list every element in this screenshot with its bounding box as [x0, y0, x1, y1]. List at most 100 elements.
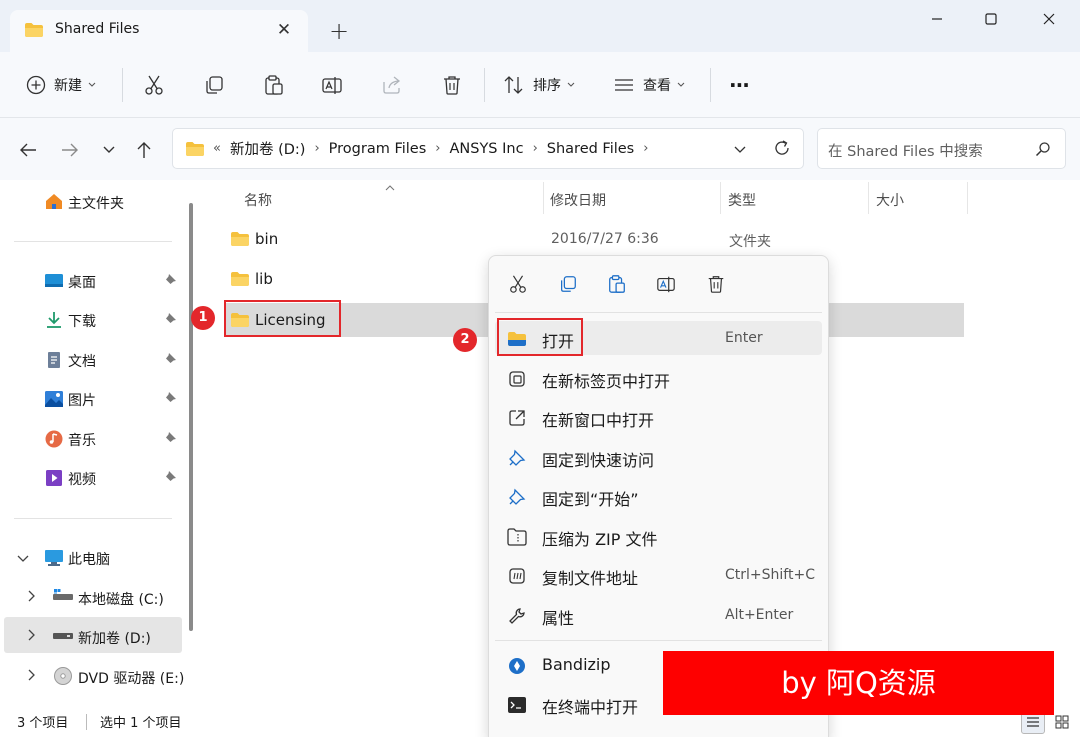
chevron-down-icon: [734, 146, 746, 153]
close-tab-icon[interactable]: ✕: [272, 18, 296, 42]
pin-icon[interactable]: [165, 312, 177, 328]
column-divider[interactable]: [967, 182, 968, 214]
sidebar-item-home[interactable]: 主文件夹: [0, 183, 185, 219]
status-divider: [86, 714, 87, 730]
rename-button[interactable]: [654, 272, 678, 296]
copy-button[interactable]: [556, 272, 580, 296]
column-header-size[interactable]: 大小: [876, 190, 904, 210]
sidebar-scrollbar[interactable]: [189, 203, 193, 631]
pin-icon[interactable]: [165, 431, 177, 447]
close-window-button[interactable]: [1020, 0, 1078, 38]
chevron-right-icon[interactable]: [28, 590, 36, 606]
pin-start-icon: [507, 487, 527, 507]
menu-item-pin-start[interactable]: 固定到“开始”: [495, 479, 822, 513]
menu-item-compress-zip[interactable]: 压缩为 ZIP 文件: [495, 519, 822, 553]
paste-button[interactable]: [605, 272, 629, 296]
more-options-button[interactable]: ···: [729, 69, 750, 101]
breadcrumb-item[interactable]: 新加卷 (D:): [230, 138, 305, 159]
sort-button[interactable]: 排序: [503, 69, 575, 101]
view-button[interactable]: 查看: [613, 69, 685, 101]
chevron-down-icon[interactable]: [17, 551, 29, 567]
cut-button[interactable]: [143, 69, 165, 101]
delete-button[interactable]: [704, 272, 728, 296]
chevron-right-icon[interactable]: ›: [533, 141, 538, 156]
delete-button[interactable]: [441, 69, 463, 101]
menu-item-shortcut: Ctrl+Shift+C: [725, 567, 815, 583]
rename-button[interactable]: [321, 69, 343, 101]
chevron-down-icon: [103, 146, 115, 153]
pin-icon[interactable]: [165, 470, 177, 486]
local-disk-icon: [53, 587, 73, 609]
sidebar-item-label: DVD 驱动器 (E:): [78, 671, 185, 687]
address-dropdown-button[interactable]: [733, 143, 747, 159]
chevron-right-icon[interactable]: ›: [643, 141, 648, 156]
paste-button[interactable]: [263, 69, 285, 101]
column-divider[interactable]: [868, 182, 869, 214]
sidebar-item-documents[interactable]: 文档: [0, 341, 185, 377]
sidebar-item-downloads[interactable]: 下载: [0, 301, 185, 337]
annotation-highlight-box: [224, 300, 341, 337]
search-input[interactable]: 在 Shared Files 中搜索: [817, 128, 1066, 169]
sidebar-divider: [14, 518, 172, 519]
breadcrumb-item[interactable]: Program Files: [329, 141, 427, 157]
column-divider[interactable]: [543, 182, 544, 214]
sidebar-item-drive-d[interactable]: 新加卷 (D:): [4, 617, 182, 653]
menu-item-pin-quick-access[interactable]: 固定到快速访问: [495, 440, 822, 474]
sidebar-item-this-pc[interactable]: 此电脑: [0, 539, 185, 575]
copy-icon: [206, 76, 223, 94]
toolbar-divider: [122, 68, 123, 102]
column-divider[interactable]: [720, 182, 721, 214]
sidebar-item-drive-c[interactable]: 本地磁盘 (C:): [0, 579, 185, 615]
menu-divider: [495, 640, 822, 641]
copy-icon: [561, 276, 576, 292]
menu-item-label: 固定到“开始”: [542, 490, 639, 509]
menu-item-copy-path[interactable]: 复制文件地址 Ctrl+Shift+C: [495, 558, 822, 592]
recent-locations-button[interactable]: [96, 137, 122, 163]
chevron-right-icon[interactable]: [28, 629, 36, 645]
address-bar[interactable]: « 新加卷 (D:) › Program Files › ANSYS Inc ›…: [172, 128, 804, 169]
pin-icon[interactable]: [165, 352, 177, 368]
file-type: 文件夹: [729, 234, 771, 250]
chevron-right-icon[interactable]: ›: [435, 141, 440, 156]
overflow-chevron[interactable]: «: [213, 141, 221, 156]
cut-button[interactable]: [506, 272, 530, 296]
maximize-button[interactable]: [962, 0, 1020, 38]
toolbar-divider: [484, 68, 485, 102]
chevron-right-icon[interactable]: ›: [314, 141, 319, 156]
copy-button[interactable]: [203, 69, 225, 101]
sidebar-item-music[interactable]: 音乐: [0, 420, 185, 456]
annotation-highlight-box: [497, 318, 583, 356]
pin-icon[interactable]: [165, 273, 177, 289]
forward-button[interactable]: [57, 137, 83, 163]
column-header-modified[interactable]: 修改日期: [550, 190, 606, 210]
breadcrumb-item[interactable]: ANSYS Inc: [449, 141, 523, 157]
context-quick-actions: [489, 256, 828, 312]
share-button[interactable]: [381, 69, 403, 101]
desktop-icon: [44, 272, 64, 290]
music-icon: [44, 430, 64, 448]
chevron-right-icon[interactable]: [28, 669, 36, 685]
refresh-button[interactable]: [773, 139, 791, 161]
breadcrumb-item[interactable]: Shared Files: [547, 141, 634, 157]
scissors-icon: [145, 75, 163, 95]
new-tab-button[interactable]: +: [324, 17, 354, 47]
menu-item-label: 在新标签页中打开: [542, 372, 671, 391]
new-button[interactable]: 新建: [26, 69, 96, 101]
menu-item-properties[interactable]: 属性 Alt+Enter: [495, 598, 822, 632]
minimize-button[interactable]: [908, 0, 966, 38]
menu-item-open-new-window[interactable]: 在新窗口中打开: [495, 400, 822, 434]
column-header-type[interactable]: 类型: [728, 190, 756, 210]
up-button[interactable]: [131, 137, 157, 163]
sidebar-item-videos[interactable]: 视频: [0, 459, 185, 495]
menu-item-label: 属性: [542, 609, 575, 628]
tab-shared-files[interactable]: Shared Files ✕: [10, 10, 308, 52]
rename-icon: [657, 276, 675, 293]
sidebar-item-pictures[interactable]: 图片: [0, 380, 185, 416]
menu-item-open-new-tab[interactable]: 在新标签页中打开: [495, 361, 822, 395]
pin-icon[interactable]: [165, 391, 177, 407]
column-header-name[interactable]: 名称: [244, 190, 272, 210]
sidebar-item-drive-e[interactable]: DVD 驱动器 (E:): [0, 658, 185, 694]
back-button[interactable]: [15, 137, 41, 163]
table-row[interactable]: bin 2016/7/27 6:36 文件夹: [224, 222, 964, 256]
sidebar-item-desktop[interactable]: 桌面: [0, 262, 185, 298]
